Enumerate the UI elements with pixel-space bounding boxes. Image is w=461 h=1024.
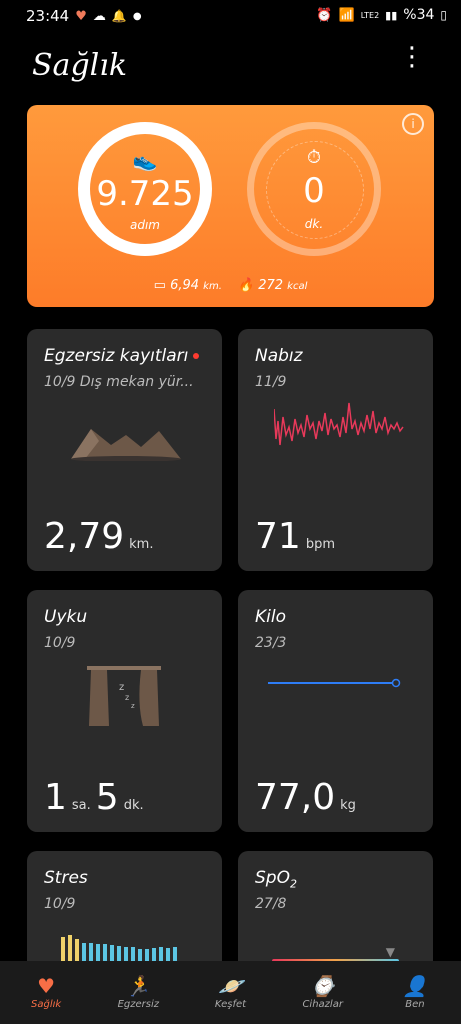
- card-title: Nabız: [255, 346, 303, 366]
- active-minutes-ring[interactable]: ⏱ 0 dk.: [247, 122, 381, 256]
- svg-text:z: z: [131, 702, 135, 710]
- health-notification-icon: ♥: [75, 8, 87, 24]
- card-subtitle: 10/9: [44, 896, 76, 912]
- distance-icon: ▭: [153, 278, 166, 293]
- bottom-navigation: ♥ Sağlık 🏃 Egzersiz 🪐 Keşfet ⌚ Cihazlar …: [0, 961, 461, 1024]
- card-subtitle: 27/8: [255, 896, 287, 912]
- status-bar: 23:44 ♥ ☁ 🔔 ● ⏰ 📶 LTE2 ▮▮ %34 ▯: [0, 0, 461, 34]
- signal-icon: ▮▮: [385, 8, 398, 22]
- distance-value: 6,94: [170, 278, 200, 293]
- nav-label: Cihazlar: [302, 998, 343, 1010]
- card-title: Kilo: [255, 607, 286, 627]
- activity-summary-card[interactable]: i 👟 9.725 adım ⏱ 0 dk. ▭ 6,94 km. 🔥 272 …: [27, 105, 434, 307]
- mountains-illustration: [71, 429, 181, 461]
- calories-unit: kcal: [287, 281, 308, 292]
- steps-ring[interactable]: 👟 9.725 adım: [78, 122, 212, 256]
- more-menu-icon[interactable]: ⋮: [399, 44, 425, 70]
- card-unit: kg: [340, 798, 356, 813]
- exercise-records-card[interactable]: Egzersiz kayıtları 10/9 Dış mekan yür...…: [27, 329, 222, 571]
- info-icon[interactable]: i: [402, 113, 424, 135]
- cloud-icon: ☁: [92, 8, 106, 24]
- flame-icon: 🔥: [237, 278, 255, 293]
- nav-exercise[interactable]: 🏃 Egzersiz: [92, 961, 184, 1024]
- curtain-illustration: z z z: [87, 666, 161, 726]
- nav-devices[interactable]: ⌚ Cihazlar: [277, 961, 369, 1024]
- minutes-label: dk.: [304, 217, 324, 231]
- svg-text:z: z: [119, 682, 124, 693]
- sleep-minutes-unit: dk.: [123, 798, 144, 813]
- card-unit: km.: [129, 537, 154, 552]
- sleep-hours: 1: [44, 777, 67, 818]
- card-subtitle: 11/9: [255, 374, 287, 390]
- nav-discover[interactable]: 🪐 Keşfet: [184, 961, 276, 1024]
- sleep-card[interactable]: Uyku 10/9 z z z 1 sa. 5 dk.: [27, 590, 222, 832]
- wifi-icon: 📶: [338, 7, 355, 23]
- page-title: Sağlık: [32, 48, 128, 83]
- card-title-sub: 2: [289, 877, 297, 891]
- card-subtitle: 10/9 Dış mekan yür...: [44, 374, 194, 390]
- card-value: 77,0: [255, 777, 336, 818]
- minutes-value: 0: [303, 171, 325, 211]
- nav-label: Sağlık: [31, 998, 62, 1010]
- heart-pulse-icon: ♥: [37, 973, 56, 998]
- card-title: Egzersiz kayıtları: [44, 346, 189, 366]
- status-time: 23:44: [26, 7, 70, 25]
- dot-icon: ●: [132, 10, 142, 22]
- shoe-icon: 👟: [132, 148, 158, 172]
- nav-health[interactable]: ♥ Sağlık: [0, 961, 92, 1024]
- nav-label: Ben: [405, 998, 425, 1010]
- svg-text:z: z: [125, 693, 129, 702]
- card-title: SpO: [255, 868, 290, 888]
- watch-icon: ⌚: [310, 973, 336, 998]
- weight-trend-line: [268, 678, 401, 688]
- distance-unit: km.: [203, 281, 222, 292]
- nav-label: Egzersiz: [117, 998, 160, 1010]
- card-subtitle: 10/9: [44, 635, 76, 651]
- battery-icon: ▯: [440, 8, 447, 22]
- person-icon: 👤: [402, 973, 428, 998]
- nav-me[interactable]: 👤 Ben: [369, 961, 461, 1024]
- steps-value: 9.725: [96, 174, 194, 214]
- card-title: Uyku: [44, 607, 88, 627]
- card-subtitle: 23/3: [255, 635, 287, 651]
- card-value: 2,79: [44, 516, 125, 557]
- unread-dot: [193, 353, 200, 359]
- sleep-minutes: 5: [95, 777, 119, 818]
- activity-stats: ▭ 6,94 km. 🔥 272 kcal: [27, 278, 434, 293]
- alarm-icon: ⏰: [316, 7, 333, 23]
- card-title: Stres: [44, 868, 88, 888]
- spo2-marker-icon: ▼: [385, 945, 395, 959]
- network-type: LTE2: [360, 10, 380, 20]
- steps-label: adım: [130, 218, 160, 232]
- weight-card[interactable]: Kilo 23/3 77,0 kg: [238, 590, 433, 832]
- sleep-hours-unit: sa.: [71, 798, 91, 813]
- nav-label: Keşfet: [214, 998, 247, 1010]
- bell-icon: 🔔: [111, 9, 127, 23]
- runner-icon: 🏃: [125, 973, 151, 998]
- heart-rate-card[interactable]: Nabız 11/9 71 bpm: [238, 329, 433, 571]
- heart-rate-sparkline: [274, 402, 404, 446]
- planet-icon: 🪐: [218, 973, 243, 998]
- calories-value: 272: [258, 278, 284, 293]
- battery-level: %34: [403, 7, 435, 23]
- card-unit: bpm: [305, 537, 335, 552]
- card-value: 71: [255, 516, 301, 557]
- stopwatch-icon: ⏱: [306, 147, 322, 168]
